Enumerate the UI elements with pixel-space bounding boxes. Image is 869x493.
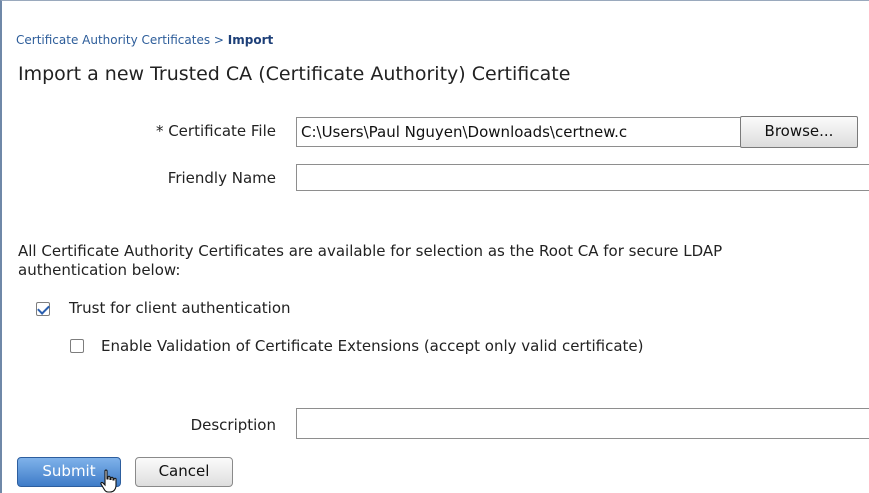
import-ca-certificate-page: Certificate Authority Certificates > Imp… (0, 0, 869, 493)
info-text: All Certificate Authority Certificates a… (18, 242, 868, 280)
certificate-file-path-input[interactable]: C:\Users\Paul Nguyen\Downloads\certnew.c (296, 117, 740, 147)
enable-validation-checkbox[interactable] (70, 339, 84, 353)
enable-validation-label[interactable]: Enable Validation of Certificate Extensi… (101, 337, 644, 355)
trust-client-auth-label[interactable]: Trust for client authentication (69, 299, 291, 317)
breadcrumb-current: Import (227, 33, 274, 47)
certificate-file-label: * Certificate File (155, 122, 276, 140)
breadcrumb-link-ca-certificates[interactable]: Certificate Authority Certificates (16, 33, 210, 47)
browse-button[interactable]: Browse... (740, 116, 858, 148)
friendly-name-input[interactable] (296, 164, 869, 191)
info-text-line-2: authentication below: (18, 261, 181, 279)
breadcrumb-separator: > (210, 33, 228, 47)
trust-client-auth-checkbox[interactable] (36, 302, 50, 316)
description-input[interactable] (296, 408, 869, 439)
cancel-button[interactable]: Cancel (135, 457, 233, 487)
info-text-line-1: All Certificate Authority Certificates a… (18, 242, 723, 260)
friendly-name-label: Friendly Name (167, 169, 276, 187)
description-label: Description (190, 416, 276, 434)
breadcrumb: Certificate Authority Certificates > Imp… (16, 33, 273, 47)
page-title: Import a new Trusted CA (Certificate Aut… (18, 63, 571, 85)
hand-pointer-icon (100, 469, 117, 493)
